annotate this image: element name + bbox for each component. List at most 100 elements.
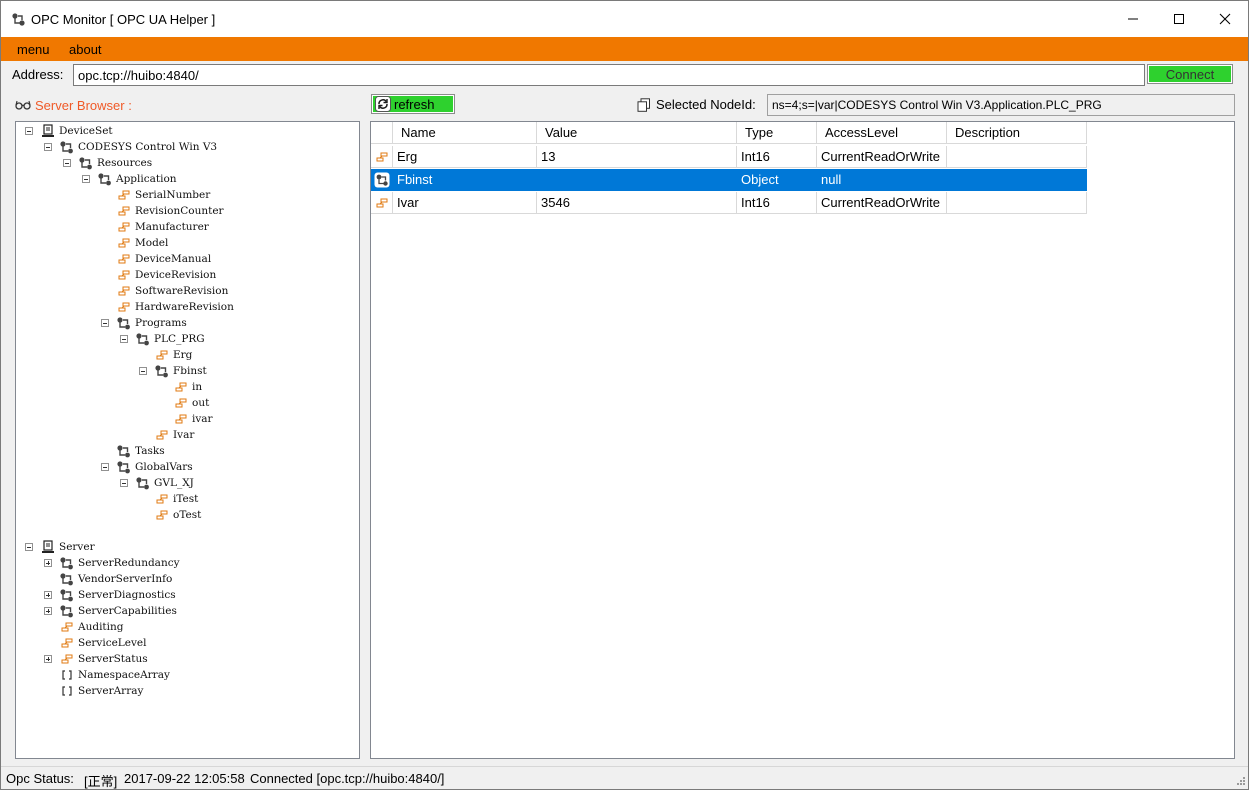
table-row[interactable]: Ivar 3546 Int16 CurrentReadOrWrite — [371, 192, 1087, 215]
tree-node[interactable]: ServiceLevel — [59, 635, 147, 651]
variable-icon — [116, 220, 132, 234]
tree-node[interactable]: Application — [97, 171, 177, 187]
tree-node-label: ServerStatus — [78, 653, 148, 665]
tree-node[interactable]: Resources — [78, 155, 152, 171]
tree-node[interactable]: SerialNumber — [116, 187, 210, 203]
status-label: Opc Status: — [6, 771, 74, 786]
tree-node-label: HardwareRevision — [135, 301, 234, 313]
expand-icon[interactable] — [44, 607, 52, 615]
selected-nodeid-label: Selected NodeId: — [656, 97, 756, 112]
variable-icon — [116, 252, 132, 266]
tree-node[interactable]: CODESYS Control Win V3 — [59, 139, 217, 155]
object-icon — [59, 140, 75, 154]
tree-node[interactable]: RevisionCounter — [116, 203, 224, 219]
variable-icon — [59, 636, 75, 650]
cell-type: Int16 — [737, 146, 817, 168]
tree-node-label: Tasks — [135, 445, 165, 457]
tree-node-label: iTest — [173, 493, 199, 505]
tree-node[interactable]: PLC_PRG — [135, 331, 205, 347]
array-icon — [59, 684, 75, 698]
column-header[interactable]: AccessLevel — [817, 122, 947, 144]
tree-node[interactable]: GlobalVars — [116, 459, 193, 475]
collapse-icon[interactable] — [25, 543, 33, 551]
tree-node[interactable]: ServerDiagnostics — [59, 587, 176, 603]
tree-node[interactable]: Auditing — [59, 619, 124, 635]
tree-node[interactable]: Erg — [154, 347, 192, 363]
collapse-icon[interactable] — [139, 367, 147, 375]
tree-node[interactable]: Model — [116, 235, 168, 251]
cell-value: 13 — [537, 146, 737, 168]
connect-button[interactable]: Connect — [1147, 64, 1233, 84]
collapse-icon[interactable] — [120, 479, 128, 487]
tree-node[interactable]: in — [173, 379, 202, 395]
object-icon — [59, 588, 75, 602]
tree-node-label: DeviceSet — [59, 125, 113, 137]
collapse-icon[interactable] — [101, 319, 109, 327]
refresh-button[interactable]: refresh — [371, 94, 455, 114]
tree-node[interactable]: DeviceRevision — [116, 267, 216, 283]
collapse-icon[interactable] — [120, 335, 128, 343]
expand-icon[interactable] — [44, 559, 52, 567]
object-icon — [78, 156, 94, 170]
glasses-icon — [15, 100, 31, 110]
tree-node[interactable]: ServerStatus — [59, 651, 148, 667]
tree-node[interactable]: Programs — [116, 315, 187, 331]
table-row[interactable]: Erg 13 Int16 CurrentReadOrWrite — [371, 146, 1087, 169]
collapse-icon[interactable] — [44, 143, 52, 151]
server-browser-tree[interactable]: DeviceSet CODESYS Control Win V3 Resources… — [15, 121, 360, 759]
tree-node[interactable]: ServerCapabilities — [59, 603, 177, 619]
column-header[interactable]: Value — [537, 122, 737, 144]
expand-icon[interactable] — [44, 655, 52, 663]
tree-node[interactable]: out — [173, 395, 209, 411]
status-message: Connected [opc.tcp://huibo:4840/] — [250, 771, 445, 786]
tree-node[interactable]: Manufacturer — [116, 219, 209, 235]
column-header[interactable]: Type — [737, 122, 817, 144]
tree-node[interactable]: HardwareRevision — [116, 299, 234, 315]
tree-node[interactable]: Tasks — [116, 443, 165, 459]
maximize-button[interactable] — [1156, 1, 1202, 37]
tree-node-label: CODESYS Control Win V3 — [78, 141, 218, 153]
collapse-icon[interactable] — [101, 463, 109, 471]
tree-node[interactable]: Server — [40, 539, 95, 555]
status-time: 2017-09-22 12:05:58 — [124, 771, 245, 786]
variable-icon — [116, 300, 132, 314]
tree-node[interactable]: GVL_XJ — [135, 475, 194, 491]
cell-description — [947, 192, 1087, 214]
tree-node[interactable]: ivar — [173, 411, 213, 427]
tree-node[interactable]: ServerArray — [59, 683, 143, 699]
title-bar[interactable]: OPC Monitor [ OPC UA Helper ] — [1, 1, 1248, 37]
tree-node[interactable]: DeviceSet — [40, 123, 113, 139]
menu-item-menu[interactable]: menu — [17, 42, 50, 57]
minimize-button[interactable] — [1110, 1, 1156, 37]
address-input[interactable] — [73, 64, 1145, 86]
tree-node[interactable]: iTest — [154, 491, 198, 507]
tree-node[interactable]: ServerRedundancy — [59, 555, 180, 571]
node-grid[interactable]: Name Value Type AccessLevel Description Erg 1… — [370, 121, 1235, 759]
selected-nodeid-field[interactable] — [767, 94, 1235, 116]
collapse-icon[interactable] — [63, 159, 71, 167]
expand-icon[interactable] — [44, 591, 52, 599]
cell-access: null — [817, 169, 947, 191]
column-header[interactable]: Description — [947, 122, 1087, 144]
tree-node[interactable]: NamespaceArray — [59, 667, 170, 683]
object-icon — [59, 604, 75, 618]
minimize-icon — [1128, 18, 1138, 20]
tree-node-label: Manufacturer — [135, 221, 209, 233]
column-header[interactable]: Name — [393, 122, 537, 144]
tree-node[interactable]: DeviceManual — [116, 251, 211, 267]
server-icon — [40, 540, 56, 554]
tree-node[interactable]: Fbinst — [154, 363, 207, 379]
tree-node-label: oTest — [173, 509, 202, 521]
tree-node[interactable]: SoftwareRevision — [116, 283, 228, 299]
table-row[interactable]: Fbinst Object null — [371, 169, 1087, 192]
resize-grip-icon[interactable] — [1235, 777, 1245, 787]
tree-node[interactable]: VendorServerInfo — [59, 571, 172, 587]
tree-node-label: RevisionCounter — [135, 205, 224, 217]
collapse-icon[interactable] — [82, 175, 90, 183]
menu-item-about[interactable]: about — [69, 42, 102, 57]
collapse-icon[interactable] — [25, 127, 33, 135]
close-button[interactable] — [1202, 1, 1248, 37]
server-icon — [40, 124, 56, 138]
tree-node[interactable]: Ivar — [154, 427, 194, 443]
tree-node[interactable]: oTest — [154, 507, 201, 523]
